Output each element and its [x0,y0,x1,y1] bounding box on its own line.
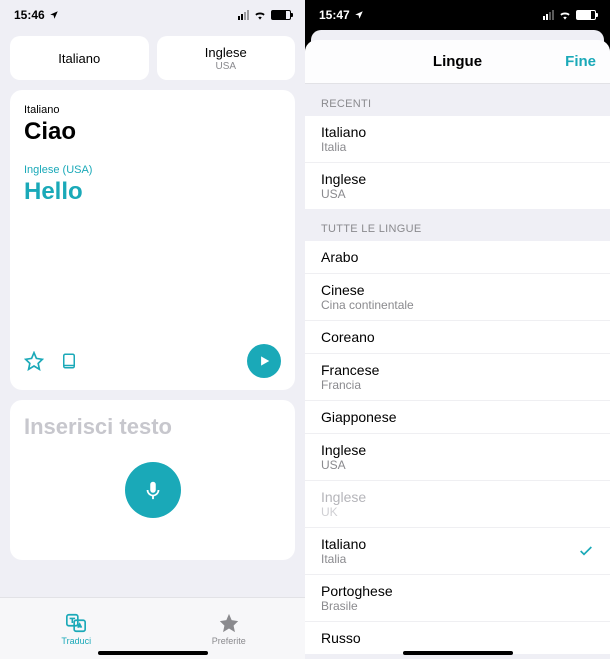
list-item[interactable]: Italiano Italia [305,528,610,575]
all-languages-list: Arabo Cinese Cina continentale Coreano F… [305,241,610,654]
list-item[interactable]: Inglese USA [305,163,610,209]
tab-translate[interactable]: Traduci [0,598,153,659]
source-language-label: Italiano [58,51,100,66]
list-item-sub: Francia [321,378,594,392]
cellular-icon [543,10,554,20]
status-bar: 15:46 [0,0,305,30]
list-item-title: Coreano [321,329,594,345]
input-placeholder: Inserisci testo [24,414,281,440]
list-item[interactable]: Arabo [305,241,610,274]
tab-favorites[interactable]: Preferite [153,598,306,659]
list-item-title: Portoghese [321,583,594,599]
list-item-title: Giapponese [321,409,594,425]
list-item-title: Italiano [321,536,594,552]
list-item[interactable]: Inglese USA [305,434,610,481]
list-item-sub: USA [321,187,594,201]
source-language-button[interactable]: Italiano [10,36,149,80]
microphone-button[interactable] [125,462,181,518]
target-language-sub: USA [215,61,236,72]
section-header-recent: RECENTI [305,84,610,116]
battery-icon [576,10,596,20]
list-item-title: Inglese [321,489,594,505]
play-icon [257,354,271,368]
list-item-sub: USA [321,458,594,472]
list-item[interactable]: Russo [305,622,610,654]
wifi-icon [253,10,267,20]
list-item[interactable]: Giapponese [305,401,610,434]
sheet-title: Lingue [433,53,482,70]
list-item-title: Russo [321,630,594,646]
list-item[interactable]: Inglese UK [305,481,610,528]
tab-translate-label: Traduci [61,636,91,646]
home-indicator[interactable] [403,651,513,655]
home-indicator[interactable] [98,651,208,655]
wifi-icon [558,10,572,20]
input-card[interactable]: Inserisci testo [10,400,295,560]
list-item-title: Italiano [321,124,594,140]
list-item-title: Cinese [321,282,594,298]
language-picker-screen: 15:47 Lingue Fine RECENTI Italiano Itali… [305,0,610,659]
list-item-title: Francese [321,362,594,378]
language-bar: Italiano Inglese USA [0,30,305,90]
list-item-title: Arabo [321,249,594,265]
location-icon [49,10,59,20]
list-item[interactable]: Coreano [305,321,610,354]
list-item-title: Inglese [321,442,594,458]
list-item[interactable]: Italiano Italia [305,116,610,163]
done-button[interactable]: Fine [565,53,596,70]
translation-card: Italiano Ciao Inglese (USA) Hello [10,90,295,390]
source-label: Italiano [24,104,281,116]
tab-favorites-label: Preferite [212,636,246,646]
recent-list: Italiano Italia Inglese USA [305,116,610,209]
list-item-title: Inglese [321,171,594,187]
target-label: Inglese (USA) [24,164,281,176]
target-language-button[interactable]: Inglese USA [157,36,296,80]
star-filled-icon [218,612,240,634]
list-item-sub: Brasile [321,599,594,613]
star-icon[interactable] [24,351,44,371]
sheet-header: Lingue Fine [305,40,610,84]
list-item-sub: Cina continentale [321,298,594,312]
list-item-sub: UK [321,505,594,519]
tab-bar: Traduci Preferite [0,597,305,659]
section-header-all: TUTTE LE LINGUE [305,209,610,241]
status-time: 15:47 [319,8,350,22]
translate-screen: 15:46 Italiano Inglese USA Italiano Ciao… [0,0,305,659]
location-icon [354,10,364,20]
translate-icon [65,612,87,634]
cellular-icon [238,10,249,20]
status-bar: 15:47 [305,0,610,30]
target-text: Hello [24,178,281,206]
list-item-sub: Italia [321,140,594,154]
source-text[interactable]: Ciao [24,118,281,146]
microphone-icon [142,479,164,501]
list-item[interactable]: Francese Francia [305,354,610,401]
list-item-sub: Italia [321,552,594,566]
language-sheet: Lingue Fine RECENTI Italiano Italia Ingl… [305,40,610,659]
translation-actions [24,344,281,378]
checkmark-icon [578,543,594,559]
dictionary-icon[interactable] [60,351,78,371]
play-button[interactable] [247,344,281,378]
target-language-label: Inglese [205,45,247,60]
list-item[interactable]: Portoghese Brasile [305,575,610,622]
battery-icon [271,10,291,20]
status-time: 15:46 [14,8,45,22]
list-item[interactable]: Cinese Cina continentale [305,274,610,321]
modal-stack: Lingue Fine RECENTI Italiano Italia Ingl… [305,30,610,659]
